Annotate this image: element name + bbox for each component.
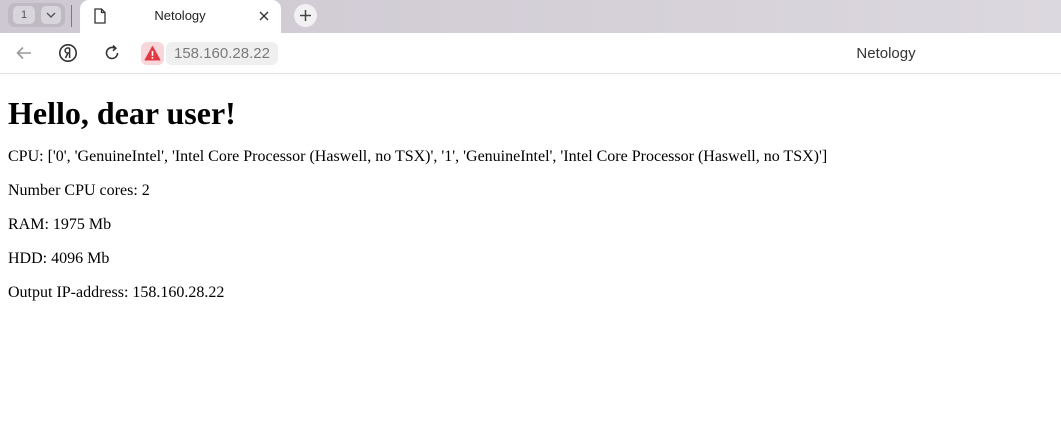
cpu-cores-info: Number CPU cores: 2 [8,182,150,199]
tab-menu-button[interactable] [41,6,61,24]
tab-strip: 1 Netology [0,0,1061,33]
ip-address-info: Output IP-address: 158.160.28.22 [8,284,225,301]
browser-toolbar: 158.160.28.22 Netology [0,33,1061,74]
warning-icon [144,46,161,61]
tab-separator [71,5,72,27]
tab-counter[interactable]: 1 [8,3,65,27]
toolbar-page-title: Netology [856,45,916,62]
plus-icon [300,10,311,21]
tab-netology[interactable]: Netology [80,0,281,33]
cpu-info: CPU: ['0', 'GenuineIntel', 'Intel Core P… [8,148,828,165]
page-heading: Hello, dear user! [8,95,236,131]
page-content: Hello, dear user! CPU: ['0', 'GenuineInt… [8,74,1053,302]
security-warning-button[interactable] [141,42,164,65]
new-tab-button[interactable] [294,4,317,27]
hdd-info: HDD: 4096 Mb [8,250,110,267]
close-icon[interactable] [258,10,270,22]
address-bar[interactable]: 158.160.28.22 [166,42,278,65]
reload-icon[interactable] [102,43,122,63]
yandex-logo-icon[interactable] [58,43,78,63]
arrow-left-icon[interactable] [14,43,34,63]
tab-count-badge[interactable]: 1 [13,6,35,24]
document-icon [94,8,106,24]
chevron-down-icon [46,12,56,18]
tab-title: Netology [154,8,206,23]
ram-info: RAM: 1975 Mb [8,216,112,233]
